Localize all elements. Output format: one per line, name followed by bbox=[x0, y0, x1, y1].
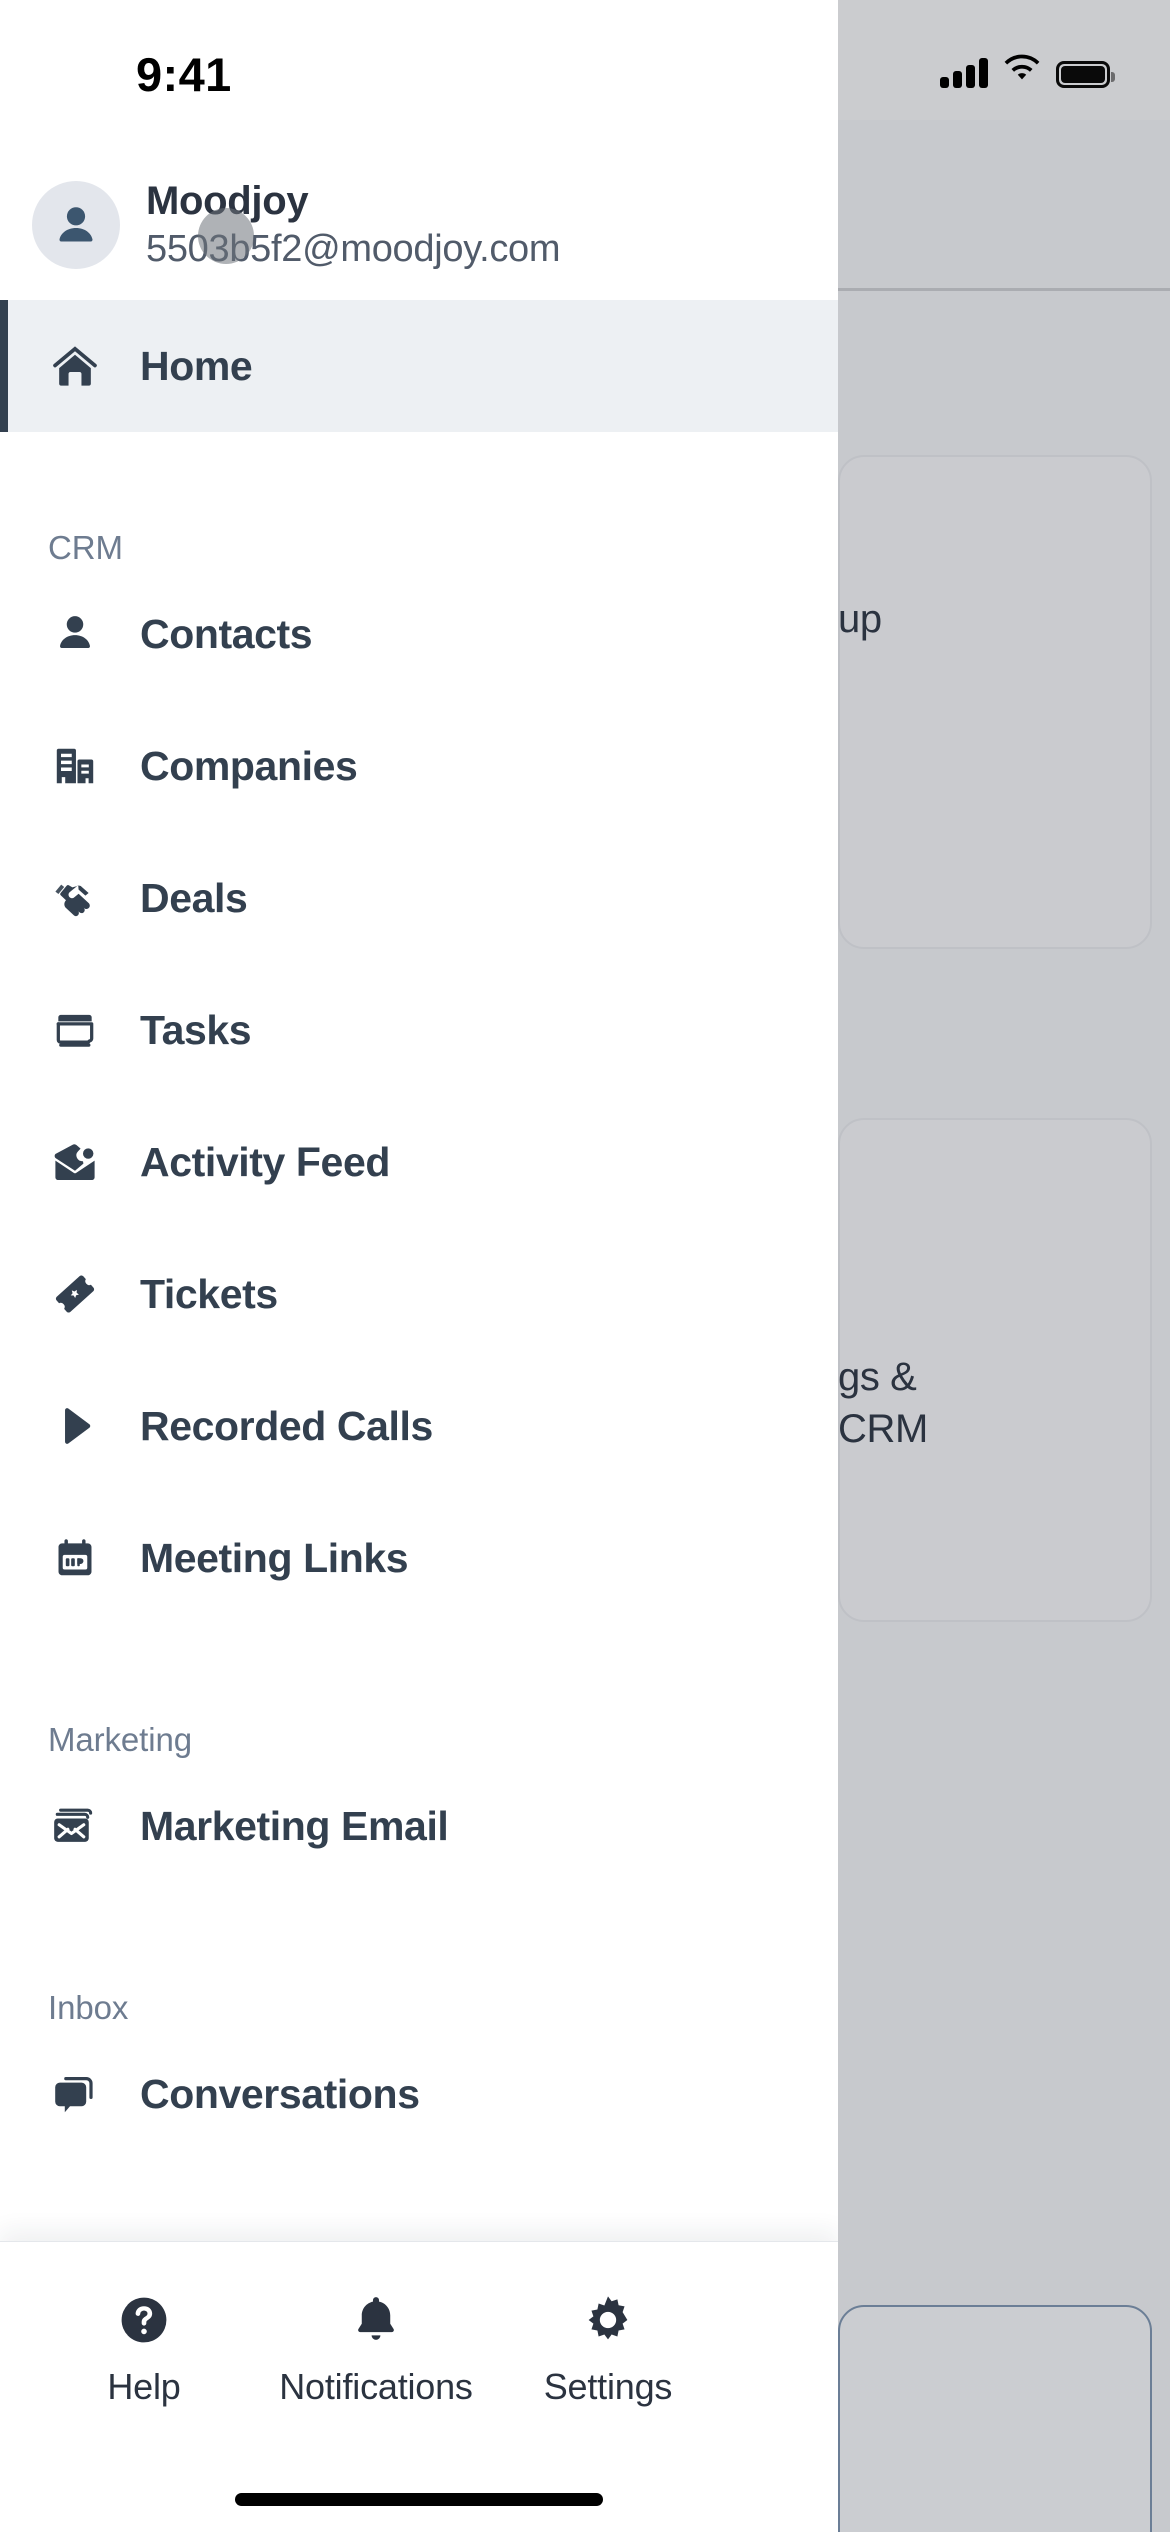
tab-label: Notifications bbox=[279, 2366, 473, 2407]
background-header-divider bbox=[838, 288, 1170, 291]
sidebar-item-label: Activity Feed bbox=[140, 1138, 390, 1185]
question-circle-icon bbox=[114, 2290, 174, 2350]
tab-help[interactable]: Help bbox=[28, 2290, 260, 2408]
home-indicator bbox=[235, 2493, 603, 2506]
sidebar-item-label: Tickets bbox=[140, 1270, 278, 1317]
battery-full-icon bbox=[1056, 61, 1115, 88]
sidebar-item-tickets[interactable]: Tickets bbox=[0, 1228, 838, 1360]
sidebar-item-label: Contacts bbox=[140, 610, 313, 657]
open-envelope-icon bbox=[48, 1135, 102, 1189]
background-card-3 bbox=[838, 2305, 1152, 2532]
tab-list: Help Notifications Settings bbox=[0, 2242, 838, 2408]
building-icon bbox=[48, 739, 102, 793]
tab-notifications[interactable]: Notifications bbox=[260, 2290, 492, 2408]
background-text-fragment-1: up bbox=[838, 597, 882, 641]
stacked-envelope-icon bbox=[48, 1799, 102, 1853]
section-header-crm: CRM bbox=[0, 472, 838, 568]
avatar bbox=[32, 181, 120, 269]
background-text-fragment-3: CRM bbox=[838, 1407, 928, 1451]
sidebar-item-deals[interactable]: Deals bbox=[0, 832, 838, 964]
status-icons bbox=[940, 52, 1115, 88]
tab-label: Settings bbox=[543, 2366, 673, 2407]
ticket-icon bbox=[48, 1267, 102, 1321]
bottom-tab-bar: Help Notifications Settings bbox=[0, 2241, 838, 2532]
sidebar-item-activity-feed[interactable]: Activity Feed bbox=[0, 1096, 838, 1228]
sidebar-item-label: Recorded Calls bbox=[140, 1402, 433, 1449]
gear-icon bbox=[578, 2290, 638, 2350]
sidebar-item-tasks[interactable]: Tasks bbox=[0, 964, 838, 1096]
section-header-inbox: Inbox bbox=[0, 1932, 838, 2028]
user-avatar-icon bbox=[59, 207, 93, 242]
profile-text: Moodjoy 5503b5f2@moodjoy.com bbox=[146, 179, 561, 271]
drawer-nav-list[interactable]: Home CRM Contacts Companies Deals Tasks … bbox=[0, 300, 838, 2532]
sidebar-item-label: Home bbox=[140, 342, 253, 389]
status-bar: 9:41 bbox=[0, 0, 1170, 120]
bell-icon bbox=[346, 2290, 406, 2350]
person-icon bbox=[48, 607, 102, 661]
handshake-icon bbox=[48, 871, 102, 925]
sidebar-item-home[interactable]: Home bbox=[0, 300, 838, 432]
sidebar-item-label: Marketing Email bbox=[140, 1802, 449, 1849]
chat-bubble-icon bbox=[48, 2067, 102, 2121]
profile-row[interactable]: Moodjoy 5503b5f2@moodjoy.com bbox=[0, 155, 838, 295]
sidebar-item-meeting-links[interactable]: Meeting Links bbox=[0, 1492, 838, 1624]
background-text-fragment-2: gs & bbox=[838, 1355, 917, 1399]
wifi-icon bbox=[1002, 53, 1042, 88]
tab-settings[interactable]: Settings bbox=[492, 2290, 724, 2408]
profile-name: Moodjoy bbox=[146, 179, 309, 224]
section-title: Marketing bbox=[48, 1721, 192, 1758]
sidebar-item-label: Deals bbox=[140, 874, 248, 921]
status-time: 9:41 bbox=[136, 48, 232, 101]
sidebar-item-companies[interactable]: Companies bbox=[0, 700, 838, 832]
notebook-icon bbox=[48, 1003, 102, 1057]
section-title: CRM bbox=[48, 529, 123, 566]
profile-email: 5503b5f2@moodjoy.com bbox=[146, 228, 561, 271]
section-header-marketing: Marketing bbox=[0, 1664, 838, 1760]
sidebar-item-label: Companies bbox=[140, 742, 358, 789]
mobile-screen: up gs & CRM Moodjoy 5503b5f2@moodjoy.com bbox=[0, 0, 1170, 2532]
sidebar-item-recorded-calls[interactable]: Recorded Calls bbox=[0, 1360, 838, 1492]
navigation-drawer: Moodjoy 5503b5f2@moodjoy.com Home CRM Co… bbox=[0, 0, 838, 2532]
sidebar-item-label: Tasks bbox=[140, 1006, 252, 1053]
background-card-1 bbox=[838, 455, 1152, 949]
home-icon bbox=[48, 339, 102, 393]
sidebar-item-contacts[interactable]: Contacts bbox=[0, 568, 838, 700]
calendar-icon bbox=[48, 1531, 102, 1585]
section-title: Inbox bbox=[48, 1989, 129, 2026]
play-icon bbox=[48, 1399, 102, 1453]
sidebar-item-conversations[interactable]: Conversations bbox=[0, 2028, 838, 2160]
sidebar-item-label: Conversations bbox=[140, 2070, 420, 2117]
tab-label: Help bbox=[107, 2366, 181, 2407]
sidebar-item-label: Meeting Links bbox=[140, 1534, 409, 1581]
cellular-signal-icon bbox=[940, 58, 988, 88]
sidebar-item-marketing-email[interactable]: Marketing Email bbox=[0, 1760, 838, 1892]
